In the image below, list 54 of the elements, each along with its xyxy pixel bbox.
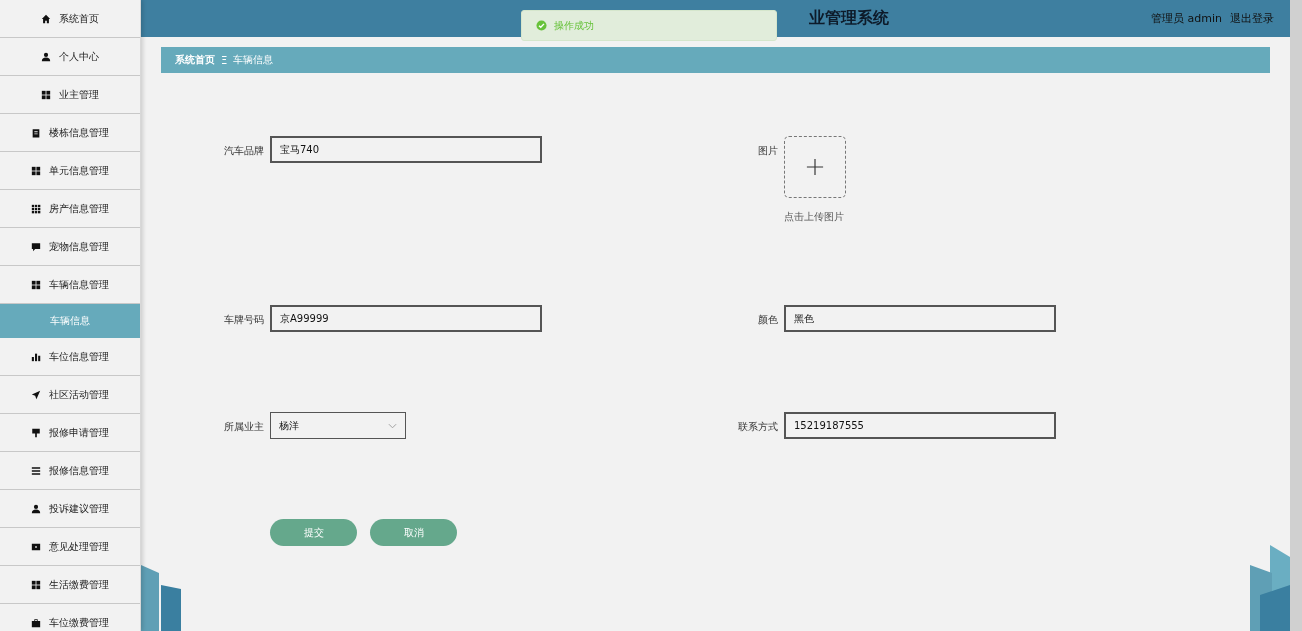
sidebar-item[interactable]: 投诉建议管理: [0, 490, 140, 528]
sidebar-item[interactable]: 报修信息管理: [0, 452, 140, 490]
field-label: 颜色: [757, 313, 778, 327]
input-field[interactable]: 15219187555: [784, 412, 1056, 439]
building-drawing: [141, 565, 181, 631]
sidebar-item[interactable]: 宠物信息管理: [0, 228, 140, 266]
caret-icon: [388, 422, 397, 429]
sidebar-item[interactable]: 楼栋信息管理: [0, 114, 140, 152]
input-field[interactable]: 黑色: [784, 305, 1056, 332]
toast-message: 操作成功: [554, 18, 594, 33]
list-icon: [31, 465, 41, 476]
briefcase-icon: [31, 617, 41, 628]
sidebar-item[interactable]: 生活缴费管理: [0, 566, 140, 604]
grid-icon: [31, 165, 41, 176]
home-icon: [41, 13, 51, 24]
grid-icon: [31, 279, 41, 290]
sidebar-item[interactable]: 车位信息管理: [0, 338, 140, 376]
brush-icon: [31, 427, 41, 438]
card-icon: [31, 541, 41, 552]
sidebar-item[interactable]: 车位缴费管理: [0, 604, 140, 631]
person-icon: [31, 503, 41, 514]
input-field[interactable]: 京A99999: [270, 305, 542, 332]
clipboard-icon: [31, 127, 41, 138]
field-label: 所属业主: [223, 420, 264, 434]
grid-icon: [31, 579, 41, 590]
sidebar-item[interactable]: 系统首页: [0, 0, 140, 38]
grid-icon: [41, 89, 51, 100]
sidebar-item[interactable]: 报修申请管理: [0, 414, 140, 452]
site-title: 业管理系统: [809, 8, 889, 29]
paper-plane-icon: [31, 389, 41, 400]
breadcrumb-separator: Ξ: [221, 54, 228, 66]
logout-link[interactable]: 退出登录: [1230, 11, 1274, 26]
grid-icon: [31, 203, 41, 214]
field-label: 汽车品牌: [223, 144, 264, 158]
sidebar-item[interactable]: 单元信息管理: [0, 152, 140, 190]
check-circle-icon: [536, 20, 547, 31]
bar-chart-icon: [31, 351, 41, 362]
sidebar-item[interactable]: 社区活动管理: [0, 376, 140, 414]
upload-box[interactable]: [784, 136, 846, 198]
sidebar-item[interactable]: 意见处理管理: [0, 528, 140, 566]
person-icon: [41, 51, 51, 62]
field-label: 联系方式: [737, 420, 778, 434]
sidebar-item[interactable]: 个人中心: [0, 38, 140, 76]
select-field[interactable]: 杨洋: [270, 412, 406, 439]
scrollbar[interactable]: [1290, 0, 1302, 631]
chat-icon: [31, 241, 41, 252]
user-name: 管理员 admin: [1151, 11, 1222, 26]
field-label: 图片: [757, 144, 778, 158]
sidebar-item[interactable]: 业主管理: [0, 76, 140, 114]
plus-icon: [806, 158, 824, 176]
sidebar-item[interactable]: 房产信息管理: [0, 190, 140, 228]
input-field[interactable]: 宝马740: [270, 136, 542, 163]
upload-hint: 点击上传图片: [784, 210, 845, 224]
field-label: 车牌号码: [223, 313, 264, 327]
